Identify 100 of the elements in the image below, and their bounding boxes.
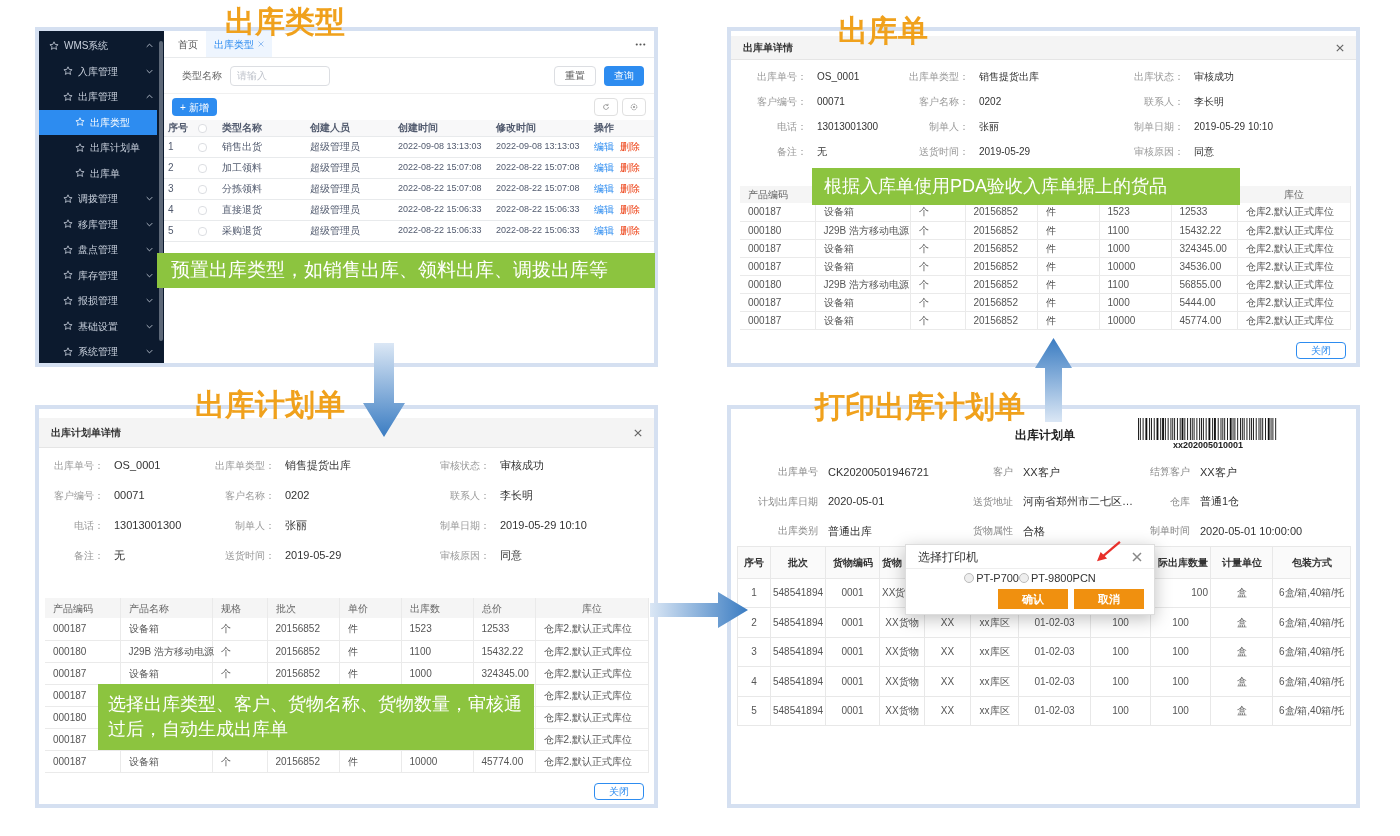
field-value: 河南省郑州市二七区… [1023,494,1133,509]
radio-button[interactable] [1019,573,1029,583]
table-cell: 10000 [1099,311,1171,329]
table-cell: 20156852 [965,275,1037,293]
edit-link[interactable]: 编辑 [594,141,614,152]
cancel-button[interactable]: 取消 [1074,589,1144,609]
sidebar-item[interactable]: 调拨管理 [39,186,157,212]
sidebar-item[interactable]: 出库单 [39,160,157,186]
close-button[interactable]: 关闭 [1296,341,1346,359]
field-value: 2020-05-01 [828,494,885,509]
delete-link[interactable]: 删除 [620,162,640,173]
field-label: 客户编号： [54,488,104,503]
field-label: 审核原因： [1134,145,1184,159]
table-cell: 34536.00 [1171,257,1237,275]
caret-down-icon [146,247,153,253]
table-cell: 1100 [1099,275,1171,293]
table-cell: 4 [737,666,771,696]
sidebar-item[interactable]: 库存管理 [39,262,157,288]
sidebar-item[interactable]: 盘点管理 [39,237,157,263]
table-header-cell: 产品名称 [120,598,212,618]
close-button[interactable]: 关闭 [594,782,644,800]
table-cell: 2022-09-08 13:13:03 [492,136,590,157]
checkbox[interactable] [198,163,207,173]
delete-link[interactable]: 删除 [620,183,640,194]
field-label: 出库单号： [757,70,807,84]
field-label: 审核状态： [440,458,490,473]
callout-banner: 选择出库类型、客户、货物名称、货物数量，审核通过后，自动生成出库单 [98,684,534,750]
sidebar-item[interactable]: 基础设置 [39,313,157,339]
table-cell: 直接退货 [218,199,306,220]
field-label: 客户名称： [919,95,969,109]
field-value: XX客户 [1023,464,1060,480]
table-cell: 324345.00 [1171,239,1237,257]
delete-link[interactable]: 删除 [620,225,640,236]
close-icon[interactable] [1132,551,1142,562]
delete-link[interactable]: 删除 [620,141,640,152]
caret-up-icon [146,94,153,100]
more-icon[interactable] [635,42,646,46]
field-value: 0202 [285,487,310,503]
query-button[interactable]: 查询 [604,65,644,86]
edit-link[interactable]: 编辑 [594,183,614,194]
reset-button[interactable]: 重置 [554,65,596,86]
radio-button[interactable] [964,573,975,583]
refresh-button[interactable] [594,98,618,116]
tab[interactable]: 首页 [170,31,206,57]
confirm-button[interactable]: 确认 [998,589,1068,609]
caret-down-icon [146,272,153,278]
field-value: 审核成功 [1194,70,1234,84]
table-cell: XX货物 [879,666,925,696]
table-cell: XX货物 [879,637,925,667]
field-label: 制单时间 [1150,524,1190,539]
table-cell: 10000 [1099,257,1171,275]
settings-button[interactable] [622,98,646,116]
table-header-cell: 序号 [164,120,194,136]
callout-banner: 根据入库单使用PDA验收入库单据上的货品 [812,168,1240,205]
edit-link[interactable]: 编辑 [594,204,614,215]
table-cell: 20156852 [965,221,1037,239]
checkbox[interactable] [198,142,207,152]
checkbox[interactable] [198,124,207,134]
field-label: 备注： [74,548,104,563]
close-icon[interactable] [1336,43,1344,52]
table-cell: xx库区 [970,666,1019,696]
table-cell: 0001 [825,578,880,608]
edit-link[interactable]: 编辑 [594,225,614,236]
sidebar-item[interactable]: 入库管理 [39,58,157,84]
field-label: 制单人： [929,120,969,134]
field-label: 客户 [993,465,1013,480]
sidebar-item[interactable]: 出库类型 [39,109,157,135]
field-value: 2019-05-29 10:10 [1194,120,1273,134]
sidebar-item[interactable]: 系统管理 [39,339,157,363]
table-cell: 超级管理员 [306,136,394,157]
table-cell: 件 [339,640,401,662]
sidebar-item[interactable]: 移库管理 [39,211,157,237]
table-cell: 个 [910,239,965,257]
printer-option[interactable]: PT-9800PCN [1019,569,1096,587]
printer-option[interactable]: PT-P700 [964,569,1019,587]
caret-down-icon [146,221,153,227]
edit-link[interactable]: 编辑 [594,162,614,173]
table-cell: 6盒/箱,40箱/托 [1272,578,1351,608]
field-value: 张丽 [285,517,307,533]
sidebar-item[interactable]: 出库管理 [39,84,157,110]
settings-icon [630,103,638,111]
star-icon [63,346,73,357]
section-heading: 出库计划单 [195,390,345,420]
table-cell: 仓库2.默认正式库位 [535,706,648,728]
table-cell: 000187 [740,293,815,311]
delete-link[interactable]: 删除 [620,204,640,215]
table-cell: 仓库2.默认正式库位 [535,618,648,640]
table-header-cell: 包装方式 [1272,546,1351,578]
field-value: OS_0001 [817,70,860,84]
checkbox[interactable] [198,205,207,215]
sidebar-item[interactable]: 报损管理 [39,288,157,314]
table-cell: 1000 [1099,293,1171,311]
sidebar-item[interactable]: 出库计划单 [39,135,157,161]
table-header-cell: 货物编码 [825,546,880,578]
close-icon[interactable] [634,428,642,437]
table-cell: 2022-08-22 15:06:33 [492,220,590,241]
add-button[interactable]: + 新增 [172,98,217,116]
sidebar-item[interactable]: WMS系统 [39,33,157,59]
checkbox[interactable] [198,184,207,194]
checkbox[interactable] [198,226,207,236]
